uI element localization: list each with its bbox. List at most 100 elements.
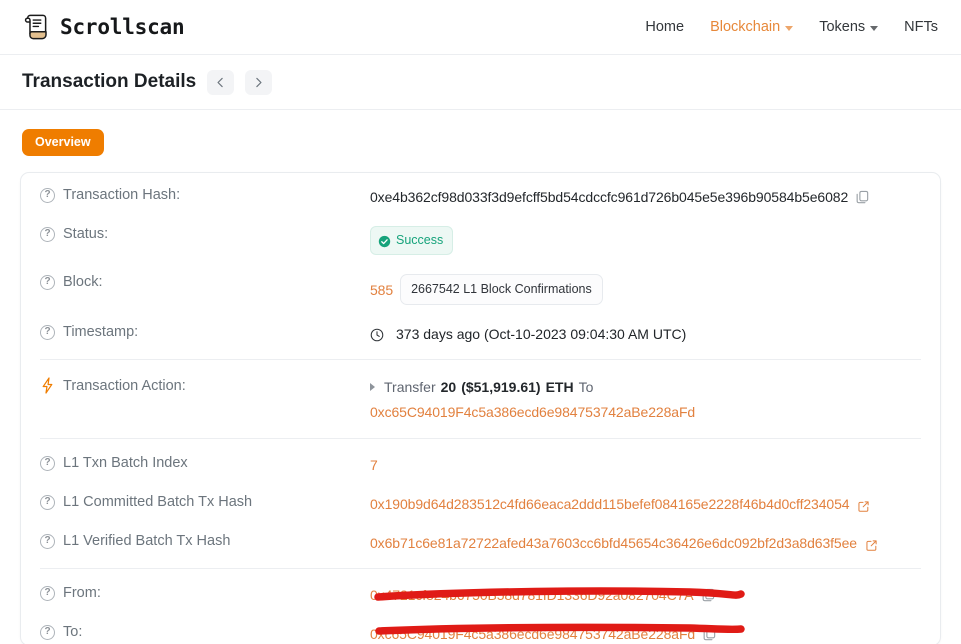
- value-l1-committed-batch-tx-hash: 0x190b9d64d283512c4fd66eaca2ddd115befef0…: [370, 493, 921, 514]
- value-transaction-hash: 0xe4b362cf98d033f3d9efcff5bd54cdccfc961d…: [370, 186, 921, 207]
- copy-icon[interactable]: [702, 626, 717, 642]
- row-status: ? Status: Success: [21, 216, 940, 264]
- status-badge-label: Success: [396, 233, 444, 248]
- label-transaction-action-text: Transaction Action:: [63, 377, 186, 394]
- chevron-right-icon: [252, 76, 265, 89]
- value-block: 585 2667542 L1 Block Confirmations: [370, 273, 921, 306]
- transaction-hash-value: 0xe4b362cf98d033f3d9efcff5bd54cdccfc961d…: [370, 189, 849, 206]
- nav-item-nfts-label: NFTs: [904, 19, 938, 35]
- label-l1-verified-batch-tx-hash-text: L1 Verified Batch Tx Hash: [63, 533, 231, 550]
- label-transaction-hash: ? Transaction Hash:: [40, 186, 370, 203]
- value-l1-txn-batch-index: 7: [370, 454, 921, 475]
- label-from: ? From:: [40, 584, 370, 601]
- status-badge: Success: [370, 226, 454, 256]
- row-l1-txn-batch-index: ? L1 Txn Batch Index 7: [21, 445, 940, 484]
- nav-item-home-label: Home: [645, 19, 685, 35]
- row-l1-committed-batch-tx-hash: ? L1 Committed Batch Tx Hash 0x190b9d64d…: [21, 484, 940, 523]
- row-l1-verified-batch-tx-hash: ? L1 Verified Batch Tx Hash 0x6b71c6e81a…: [21, 523, 940, 562]
- clock-icon: [370, 327, 384, 342]
- help-icon[interactable]: ?: [40, 187, 55, 203]
- l1-committed-batch-tx-hash-link[interactable]: 0x190b9d64d283512c4fd66eaca2ddd115befef0…: [370, 494, 850, 514]
- value-l1-verified-batch-tx-hash: 0x6b71c6e81a72722afed43a7603cc6bfd45654c…: [370, 532, 921, 553]
- site-header: Scrollscan Home Blockchain Tokens NFTs: [0, 0, 961, 55]
- label-timestamp-text: Timestamp:: [63, 324, 139, 341]
- page-titlebar: Transaction Details: [0, 55, 961, 110]
- label-transaction-hash-text: Transaction Hash:: [63, 187, 181, 204]
- help-icon[interactable]: ?: [40, 624, 55, 640]
- value-timestamp: 373 days ago (Oct-10-2023 09:04:30 AM UT…: [370, 323, 921, 344]
- expand-triangle-icon[interactable]: [370, 383, 375, 392]
- label-block-text: Block:: [63, 274, 103, 291]
- previous-transaction-button[interactable]: [207, 69, 235, 95]
- help-icon[interactable]: ?: [40, 494, 55, 510]
- next-transaction-button[interactable]: [245, 69, 273, 95]
- action-asset: ETH: [545, 379, 574, 396]
- l1-txn-batch-index-link[interactable]: 7: [370, 455, 378, 475]
- label-l1-committed-batch-tx-hash: ? L1 Committed Batch Tx Hash: [40, 493, 370, 510]
- label-l1-txn-batch-index-text: L1 Txn Batch Index: [63, 455, 188, 472]
- label-l1-txn-batch-index: ? L1 Txn Batch Index: [40, 454, 370, 471]
- value-transaction-action: Transfer 20 ($51,919.61) ETH To 0xc65C94…: [370, 376, 921, 422]
- divider: [40, 438, 921, 440]
- main-nav: Home Blockchain Tokens NFTs: [645, 19, 939, 35]
- chevron-left-icon: [214, 76, 227, 89]
- brand-logo-link[interactable]: Scrollscan: [22, 12, 185, 42]
- help-icon[interactable]: ?: [40, 585, 55, 601]
- page-title: Transaction Details: [22, 71, 197, 92]
- label-status: ? Status:: [40, 225, 370, 242]
- row-from: ? From: 0x4721cf824b6750B58d781fD1336D92…: [21, 575, 940, 614]
- action-fiat-value: ($51,919.61): [461, 379, 541, 396]
- check-circle-icon: [378, 234, 391, 248]
- value-from: 0x4721cf824b6750B58d781fD1336D92a082704C…: [370, 584, 921, 605]
- transaction-overview-card: ? Transaction Hash: 0xe4b362cf98d033f3d9…: [20, 172, 941, 644]
- tab-bar: Overview: [0, 110, 961, 157]
- label-l1-committed-batch-tx-hash-text: L1 Committed Batch Tx Hash: [63, 494, 253, 511]
- label-from-text: From:: [63, 585, 101, 602]
- help-icon[interactable]: ?: [40, 324, 55, 340]
- lightning-bolt-icon: [40, 377, 55, 394]
- from-address-link[interactable]: 0x4721cf824b6750B58d781fD1336D92a082704C…: [370, 585, 694, 605]
- scroll-icon: [22, 12, 52, 42]
- label-transaction-action: Transaction Action:: [40, 376, 370, 394]
- external-link-icon[interactable]: [857, 498, 870, 512]
- to-address-link[interactable]: 0xc65C94019F4c5a386ecd6e984753742aBe228a…: [370, 624, 695, 644]
- row-block: ? Block: 585 2667542 L1 Block Confirmati…: [21, 264, 940, 314]
- help-icon[interactable]: ?: [40, 533, 55, 549]
- chevron-down-icon: [785, 25, 794, 31]
- chevron-down-icon: [870, 25, 879, 31]
- brand-name: Scrollscan: [60, 15, 185, 39]
- action-preposition: To: [578, 379, 594, 396]
- help-icon[interactable]: ?: [40, 274, 55, 290]
- transaction-action-summary: Transfer 20 ($51,919.61) ETH To 0xc65C94…: [370, 377, 921, 422]
- help-icon[interactable]: ?: [40, 226, 55, 242]
- external-link-icon[interactable]: [865, 537, 878, 551]
- action-amount: 20: [440, 379, 457, 396]
- copy-icon[interactable]: [701, 587, 716, 603]
- block-confirmations-badge: 2667542 L1 Block Confirmations: [400, 274, 603, 306]
- label-to-text: To:: [63, 624, 83, 641]
- nav-item-blockchain[interactable]: Blockchain: [710, 19, 794, 35]
- label-to: ? To:: [40, 623, 370, 640]
- nav-item-tokens[interactable]: Tokens: [819, 19, 879, 35]
- action-to-address-link[interactable]: 0xc65C94019F4c5a386ecd6e984753742aBe228a…: [370, 402, 695, 422]
- row-timestamp: ? Timestamp: 373 days ago (Oct-10-2023 0…: [21, 314, 940, 353]
- divider: [40, 568, 921, 570]
- help-icon[interactable]: ?: [40, 455, 55, 471]
- row-to: ? To: 0xc65C94019F4c5a386ecd6e984753742a…: [21, 614, 940, 644]
- action-verb: Transfer: [384, 379, 436, 396]
- divider: [40, 359, 921, 361]
- label-l1-verified-batch-tx-hash: ? L1 Verified Batch Tx Hash: [40, 532, 370, 549]
- row-transaction-action: Transaction Action: Transfer 20 ($51,919…: [21, 366, 940, 432]
- row-transaction-hash: ? Transaction Hash: 0xe4b362cf98d033f3d9…: [21, 177, 940, 216]
- nav-item-nfts[interactable]: NFTs: [904, 19, 938, 35]
- timestamp-value: 373 days ago (Oct-10-2023 09:04:30 AM UT…: [396, 326, 687, 343]
- tab-overview[interactable]: Overview: [22, 129, 104, 157]
- nav-item-tokens-label: Tokens: [819, 19, 866, 35]
- copy-icon[interactable]: [855, 189, 870, 205]
- value-status: Success: [370, 225, 921, 256]
- block-number-link[interactable]: 585: [370, 280, 393, 300]
- nav-item-home[interactable]: Home: [645, 19, 684, 35]
- l1-verified-batch-tx-hash-link[interactable]: 0x6b71c6e81a72722afed43a7603cc6bfd45654c…: [370, 533, 857, 553]
- page-root: Scrollscan Home Blockchain Tokens NFTs T…: [0, 0, 961, 644]
- nav-item-blockchain-label: Blockchain: [710, 19, 781, 35]
